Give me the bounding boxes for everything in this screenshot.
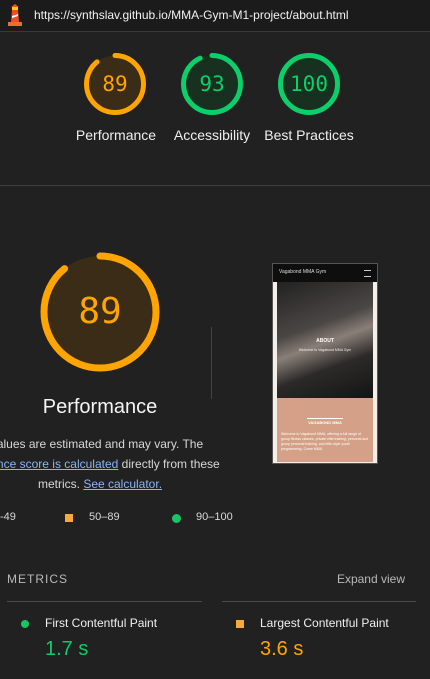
metric-divider-left <box>7 601 202 602</box>
performance-score-label: Performance <box>75 127 157 143</box>
performance-large-gauge: 89 <box>38 250 162 374</box>
desc-text-3: metrics. <box>37 477 84 491</box>
circle-icon <box>21 620 29 628</box>
square-icon <box>236 620 244 628</box>
thumbnail-band-text: Welcome to Vagabond MMA, offering a full… <box>281 432 369 451</box>
expand-view-toggle[interactable]: Expand view <box>337 572 405 586</box>
fcp-metric-name: First Contentful Paint <box>45 616 158 630</box>
thumbnail-band-rule <box>307 418 343 419</box>
score-calculation-link[interactable]: mance score is calculated <box>0 457 118 471</box>
final-screenshot-thumbnail[interactable]: Vagabond MMA Gym ABOUT Welcome to Vagabo… <box>272 263 378 464</box>
thumbnail-header: Vagabond MMA Gym <box>273 264 377 282</box>
lcp-metric-name: Largest Contentful Paint <box>260 616 389 630</box>
accessibility-score-gauge[interactable]: 93 <box>180 52 244 116</box>
page-url[interactable]: https://synthslav.github.io/MMA-Gym-M1-p… <box>34 8 349 22</box>
section-divider <box>0 185 430 186</box>
legend-fail-range: -49 <box>0 511 16 523</box>
vertical-divider <box>211 327 212 399</box>
square-icon <box>65 514 73 522</box>
best-practices-score-value: 100 <box>290 72 328 96</box>
metric-divider-right <box>222 601 416 602</box>
legend-average-range: 50–89 <box>89 511 120 523</box>
see-calculator-link[interactable]: See calculator. <box>83 477 162 491</box>
fcp-metric-value: 1.7 s <box>45 638 89 660</box>
best-practices-score-gauge[interactable]: 100 <box>277 52 341 116</box>
performance-title: Performance <box>42 396 158 418</box>
desc-text-1: alues are estimated and may vary. The <box>0 437 204 451</box>
circle-icon <box>172 514 181 523</box>
performance-score-gauge[interactable]: 89 <box>83 52 147 116</box>
lcp-metric-value: 3.6 s <box>260 638 304 660</box>
thumbnail-band-title: VAGABOND MMA <box>308 420 342 425</box>
thumbnail-hero-image: ABOUT Welcome to Vagabond MMA Gym <box>277 282 373 398</box>
performance-large-score: 89 <box>78 291 122 332</box>
accessibility-score-label: Accessibility <box>173 127 251 143</box>
thumbnail-hero-subtitle: Welcome to Vagabond MMA Gym <box>298 348 352 352</box>
thumbnail-brand: Vagabond MMA Gym <box>279 269 327 275</box>
performance-description: alues are estimated and may vary. The ma… <box>0 434 240 494</box>
metrics-header: METRICS <box>7 572 68 586</box>
thumbnail-content-band: VAGABOND MMA Welcome to Vagabond MMA, of… <box>277 398 373 462</box>
desc-text-2: directly from these <box>118 457 220 471</box>
thumbnail-menu-icon <box>364 270 371 277</box>
accessibility-score-value: 93 <box>199 72 225 96</box>
thumbnail-hero-title: ABOUT <box>316 338 334 344</box>
legend-pass-range: 90–100 <box>196 511 233 523</box>
best-practices-score-label: Best Practices <box>264 127 354 143</box>
performance-score-value: 89 <box>102 72 128 96</box>
lighthouse-logo-icon <box>8 4 22 26</box>
address-bar: https://synthslav.github.io/MMA-Gym-M1-p… <box>0 0 430 32</box>
